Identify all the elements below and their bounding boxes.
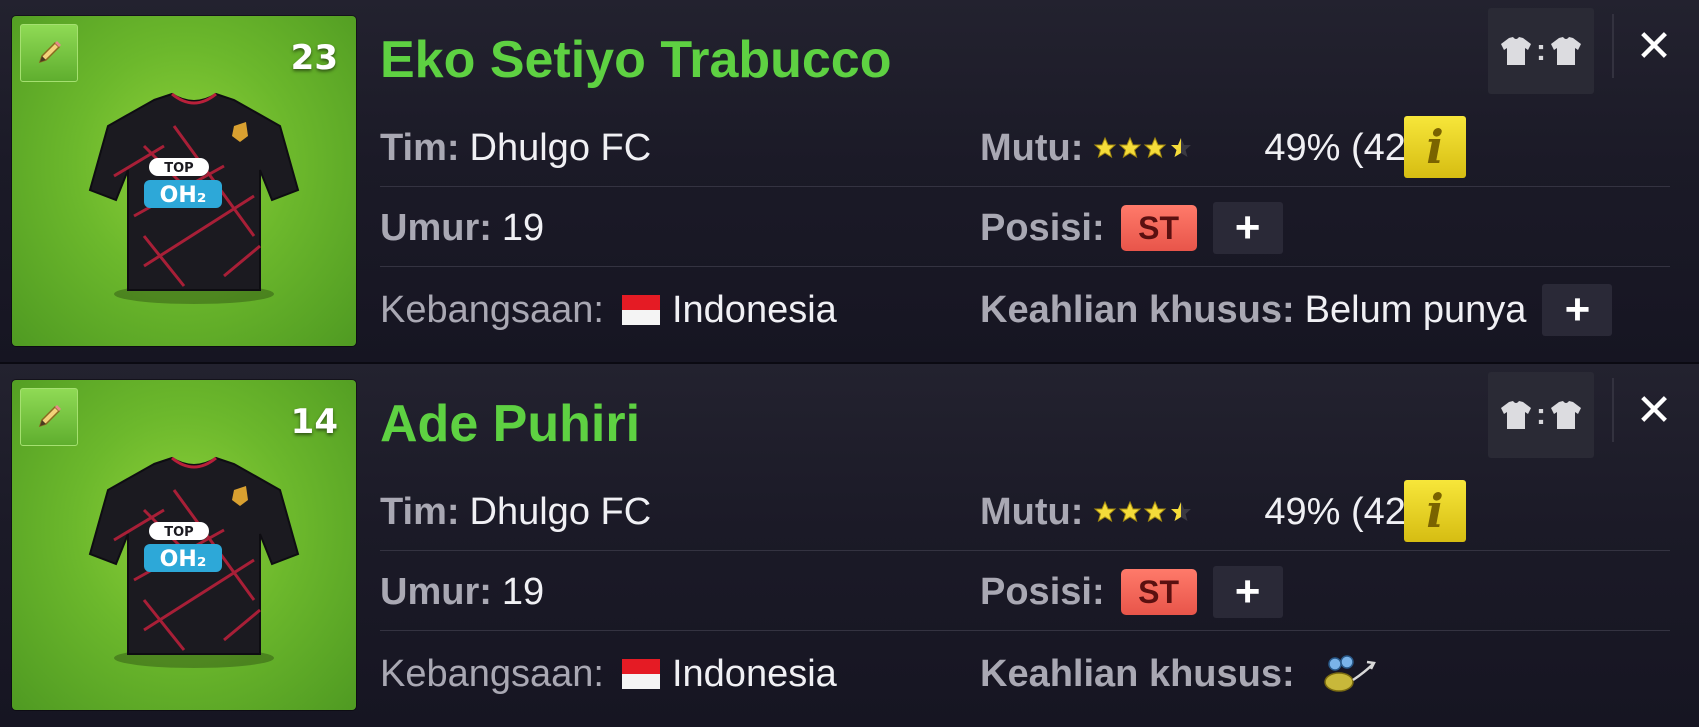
add-special-skill-button[interactable]: + (1542, 284, 1613, 336)
kit-separator: : (1536, 398, 1546, 431)
shirt-number: 14 (290, 402, 338, 442)
nationality-label: Kebangsaan: (380, 652, 604, 695)
star-icon (1094, 136, 1117, 159)
position-row: Posisi: ST + (980, 554, 1283, 630)
player-shirt-panel: 23 TOP OH₂ (12, 16, 356, 346)
header-divider (1612, 14, 1614, 78)
player-name: Ade Puhiri (380, 395, 641, 453)
player-card: 14 TOP OH₂ Ade Puhiri : ✕ Tim: Dhulgo FC… (0, 364, 1699, 727)
player-card: 23 TOP OH₂ Eko Setiyo Trabucco : ✕ Tim: … (0, 0, 1699, 363)
age-value: 19 (501, 206, 545, 249)
special-skill-row: Keahlian khusus: Belum punya + (980, 272, 1613, 348)
add-position-button[interactable]: + (1212, 566, 1283, 618)
jersey-icon: TOP OH₂ (88, 456, 300, 668)
special-skill-value: Belum punya (1304, 288, 1527, 331)
position-label: Posisi: (980, 570, 1105, 613)
shirt-left-icon (1501, 401, 1531, 429)
indonesia-flag-icon (621, 659, 660, 689)
half-star-icon (1171, 138, 1192, 157)
pencil-icon (38, 41, 61, 64)
edit-button[interactable] (20, 24, 78, 82)
special-skill-row: Keahlian khusus: (980, 636, 1377, 712)
compare-kit-button[interactable]: : (1488, 372, 1594, 458)
pencil-icon (38, 405, 61, 428)
info-button[interactable]: i (1404, 480, 1466, 542)
shirt-number: 23 (290, 38, 338, 78)
player-shirt-panel: 14 TOP OH₂ (12, 380, 356, 710)
team-value: Dhulgo FC (469, 490, 652, 533)
quality-stars (1093, 136, 1194, 160)
info-icon: i (1426, 120, 1444, 174)
star-icon (1144, 136, 1167, 159)
age-value: 19 (501, 570, 545, 613)
nationality-value: Indonesia (671, 288, 837, 331)
quality-row: Mutu: 49% (42) (980, 474, 1419, 550)
info-icon: i (1426, 484, 1444, 538)
age-row: Umur: 19 (380, 190, 544, 266)
close-button[interactable]: ✕ (1624, 378, 1684, 442)
skill-icon[interactable] (1317, 652, 1377, 696)
edit-button[interactable] (20, 388, 78, 446)
quality-percent: 49% (42) (1264, 126, 1419, 169)
jersey-icon: TOP OH₂ (88, 92, 300, 304)
team-label: Tim: (380, 126, 460, 169)
shirt-right-icon (1551, 37, 1581, 65)
row-divider (380, 186, 1670, 187)
row-divider (380, 630, 1670, 631)
team-label: Tim: (380, 490, 460, 533)
player-name: Eko Setiyo Trabucco (380, 31, 892, 89)
nationality-label: Kebangsaan: (380, 288, 604, 331)
svg-text:OH₂: OH₂ (160, 547, 207, 572)
compare-kit-button[interactable]: : (1488, 8, 1594, 94)
position-row: Posisi: ST + (980, 190, 1283, 266)
position-label: Posisi: (980, 206, 1105, 249)
age-label: Umur: (380, 206, 492, 249)
header-divider (1612, 378, 1614, 442)
row-divider (380, 550, 1670, 551)
quality-percent: 49% (42) (1264, 490, 1419, 533)
star-icon (1094, 500, 1117, 523)
special-skill-label: Keahlian khusus: (980, 652, 1295, 695)
team-value: Dhulgo FC (469, 126, 652, 169)
indonesia-flag-icon (621, 295, 660, 325)
team-row: Tim: Dhulgo FC (380, 110, 651, 186)
quality-row: Mutu: 49% (42) (980, 110, 1419, 186)
add-position-button[interactable]: + (1212, 202, 1283, 254)
special-skill-label: Keahlian khusus: (980, 288, 1295, 331)
nationality-row: Kebangsaan: Indonesia (380, 636, 837, 712)
position-badge[interactable]: ST (1120, 205, 1197, 251)
half-star-icon (1171, 502, 1192, 521)
nationality-value: Indonesia (671, 652, 837, 695)
star-icon (1144, 500, 1167, 523)
quality-stars (1093, 500, 1194, 524)
row-divider (380, 266, 1670, 267)
nationality-row: Kebangsaan: Indonesia (380, 272, 837, 348)
star-icon (1119, 500, 1142, 523)
svg-text:OH₂: OH₂ (160, 183, 207, 208)
team-row: Tim: Dhulgo FC (380, 474, 651, 550)
age-label: Umur: (380, 570, 492, 613)
star-icon (1119, 136, 1142, 159)
position-badge[interactable]: ST (1120, 569, 1197, 615)
quality-label: Mutu: (980, 490, 1084, 533)
shirt-left-icon (1501, 37, 1531, 65)
shirt-right-icon (1551, 401, 1581, 429)
quality-label: Mutu: (980, 126, 1084, 169)
svg-text:TOP: TOP (164, 161, 193, 176)
close-button[interactable]: ✕ (1624, 14, 1684, 78)
info-button[interactable]: i (1404, 116, 1466, 178)
kit-separator: : (1536, 34, 1546, 67)
svg-text:TOP: TOP (164, 525, 193, 540)
age-row: Umur: 19 (380, 554, 544, 630)
